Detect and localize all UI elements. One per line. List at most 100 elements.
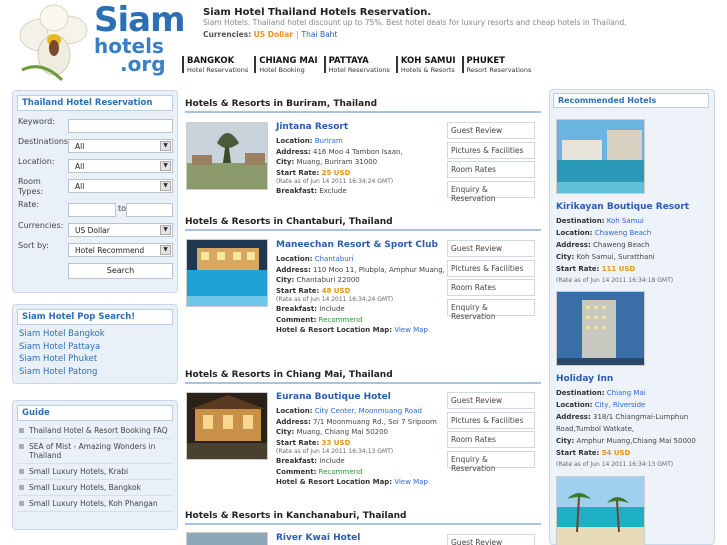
hotel-name-link[interactable]: Maneechan Resort & Sport Club: [276, 240, 438, 250]
hotel-photo[interactable]: [186, 532, 268, 545]
room-rates-button[interactable]: Room Rates: [447, 161, 535, 178]
hotel-photo-image: [187, 393, 267, 459]
currencies-label: Currencies:: [203, 30, 252, 39]
pop-link-pattaya[interactable]: Siam Hotel Pattaya: [19, 342, 177, 355]
search-button[interactable]: Search: [68, 263, 173, 279]
recommended-hotel-name[interactable]: Kirikayan Boutique Resort: [556, 202, 689, 212]
nav-item-chiang-mai[interactable]: CHIANG MAI Hotel Booking: [254, 56, 323, 74]
enquiry-button[interactable]: Enquiry & Reservation: [447, 450, 535, 473]
bullet-icon: [19, 485, 24, 490]
address-value: 7/1 Moonmuang Rd., Soi 7 Sripoom: [313, 417, 437, 426]
sort-select[interactable]: Hotel Recommend ▼: [68, 243, 173, 257]
chevron-down-icon: ▼: [160, 225, 171, 235]
guide-item[interactable]: Small Luxury Hotels, Krabi: [17, 464, 173, 480]
hotel-name-link[interactable]: Eurana Boutique Hotel: [276, 392, 391, 402]
rec-location: Location: Chaweng Beach: [556, 227, 716, 239]
keyword-input[interactable]: [68, 119, 173, 133]
bullet-icon: [19, 444, 24, 449]
destination-link[interactable]: Chiang Mai: [607, 389, 646, 397]
sort-value: Hotel Recommend: [75, 246, 145, 255]
field-label: Breakfast:: [276, 305, 317, 313]
enquiry-button[interactable]: Enquiry & Reservation: [447, 298, 535, 321]
nav-item-koh-samui[interactable]: KOH SAMUI Hotels & Resorts: [395, 56, 462, 74]
hotel-name-link[interactable]: Jintana Resort: [276, 122, 348, 132]
hotel-actions: Guest Review Pictures & Facilities Room …: [447, 122, 535, 203]
guide-item-label: Small Luxury Hotels, Krabi: [29, 467, 129, 476]
nav-title: PATTAYA: [328, 56, 369, 66]
guest-review-button[interactable]: Guest Review: [447, 392, 535, 409]
pictures-button[interactable]: Pictures & Facilities: [447, 141, 535, 159]
pop-link-phuket[interactable]: Siam Hotel Phuket: [19, 354, 177, 367]
view-map-link[interactable]: View Map: [394, 478, 428, 486]
location-link[interactable]: Chantaburi: [315, 255, 354, 263]
view-map-link[interactable]: View Map: [394, 326, 428, 334]
rate-min-input[interactable]: [68, 203, 116, 217]
guide-item[interactable]: Thailand Hotel & Resort Booking FAQ: [17, 423, 173, 439]
location-select[interactable]: All ▼: [68, 159, 173, 173]
nav-item-bangkok[interactable]: BANGKOK Hotel Reservations: [182, 56, 254, 74]
destination-link[interactable]: Koh Samui: [607, 217, 644, 225]
field-label: Start Rate:: [276, 438, 320, 447]
hotel-actions: Guest Review Pictures & Facilities Room …: [447, 392, 535, 473]
rate-value: 111 USD: [601, 265, 636, 273]
location-link[interactable]: City Center, Moonmuang Road: [315, 407, 422, 415]
guide-item[interactable]: Small Luxury Hotels, Bangkok: [17, 480, 173, 496]
guest-review-button[interactable]: Guest Review: [447, 122, 535, 139]
address-value: 416 Moo 4 Tambon Isaan,: [313, 147, 403, 156]
hotel-photo[interactable]: [186, 239, 268, 307]
room-rates-button[interactable]: Room Rates: [447, 279, 535, 296]
room-types-select[interactable]: All ▼: [68, 179, 173, 193]
recommended-hotel-name[interactable]: Holiday Inn: [556, 374, 613, 384]
nav-item-phuket[interactable]: PHUKET Resort Reservations: [461, 56, 538, 74]
nav-title: CHIANG MAI: [259, 56, 318, 66]
hotel-comment: Comment: Recommend: [276, 315, 446, 326]
location-link[interactable]: City, Riverside: [595, 401, 646, 409]
location-link[interactable]: Buriram: [315, 137, 343, 145]
nav-subtitle: Hotel Booking: [259, 66, 305, 74]
bullet-icon: [19, 428, 24, 433]
location-link[interactable]: Chaweng Beach: [595, 229, 651, 237]
nav-item-pattaya[interactable]: PATTAYA Hotel Reservations: [323, 56, 396, 74]
room-rates-button[interactable]: Room Rates: [447, 431, 535, 448]
recommended-photo[interactable]: [556, 291, 645, 366]
site-logo[interactable]: Siam hotels .org: [12, 0, 186, 82]
hotel-breakfast: Breakfast: Include: [276, 304, 446, 315]
sort-label: Sort by:: [18, 241, 49, 250]
destination-nav: BANGKOK Hotel Reservations CHIANG MAI Hote…: [182, 56, 538, 74]
currency-usd-link[interactable]: US Dollar: [254, 30, 293, 39]
guide-item[interactable]: SEA of Mist - Amazing Wonders in Thailan…: [17, 439, 173, 464]
hotel-photo[interactable]: [186, 392, 268, 460]
search-panel-title: Thailand Hotel Reservation: [17, 95, 173, 111]
hotel-city: City: Muang, Buriram 31000: [276, 157, 446, 168]
nav-subtitle: Hotels & Resorts: [400, 66, 455, 74]
guest-review-button[interactable]: Guest Review: [447, 240, 535, 257]
pop-link-patong[interactable]: Siam Hotel Patong: [19, 367, 177, 380]
hotel-name-link[interactable]: River Kwai Hotel: [276, 533, 360, 543]
destinations-select[interactable]: All ▼: [68, 139, 173, 153]
currencies-value: US Dollar: [75, 226, 110, 235]
guide-item[interactable]: Small Luxury Hotels, Koh Phangan: [17, 496, 173, 512]
rec-address: Address: Chaweng Beach: [556, 239, 716, 251]
enquiry-button[interactable]: Enquiry & Reservation: [447, 180, 535, 203]
rec-address: Address: 318/1 Chiangmai-Lumphun Road,Tu…: [556, 411, 716, 435]
rate-note: (Rate as of Jun 14 2011 16:34:24 GMT): [276, 296, 394, 303]
pictures-button[interactable]: Pictures & Facilities: [447, 259, 535, 277]
currencies-select[interactable]: US Dollar ▼: [68, 223, 173, 237]
hotel-photo[interactable]: [186, 122, 268, 190]
pop-link-bangkok[interactable]: Siam Hotel Bangkok: [19, 329, 177, 342]
address-value: 110 Moo 11, Plubpla, Amphur Muang,: [313, 265, 445, 274]
site-title: Siam Hotel Thailand Hotels Reservation.: [203, 7, 432, 18]
rate-label: Rate:: [18, 200, 40, 209]
currency-thb-link[interactable]: Thai Baht: [302, 30, 338, 39]
rate-value: 33 USD: [321, 438, 351, 447]
guest-review-button[interactable]: Guest Review: [447, 534, 535, 545]
hotel-city: City: Muang, Chiang Mai 50200: [276, 427, 446, 438]
recommended-photo[interactable]: [556, 119, 645, 194]
recommended-photo[interactable]: [556, 476, 645, 545]
rate-max-input[interactable]: [126, 203, 173, 217]
pictures-button[interactable]: Pictures & Facilities: [447, 411, 535, 429]
section-heading: Hotels & Resorts in Buriram, Thailand: [185, 99, 541, 113]
rec-city: City: Amphur Muang,Chiang Mai 50000: [556, 435, 716, 447]
recommended-title: Recommended Hotels: [553, 93, 709, 108]
nav-subtitle: Hotel Reservations: [328, 66, 390, 74]
